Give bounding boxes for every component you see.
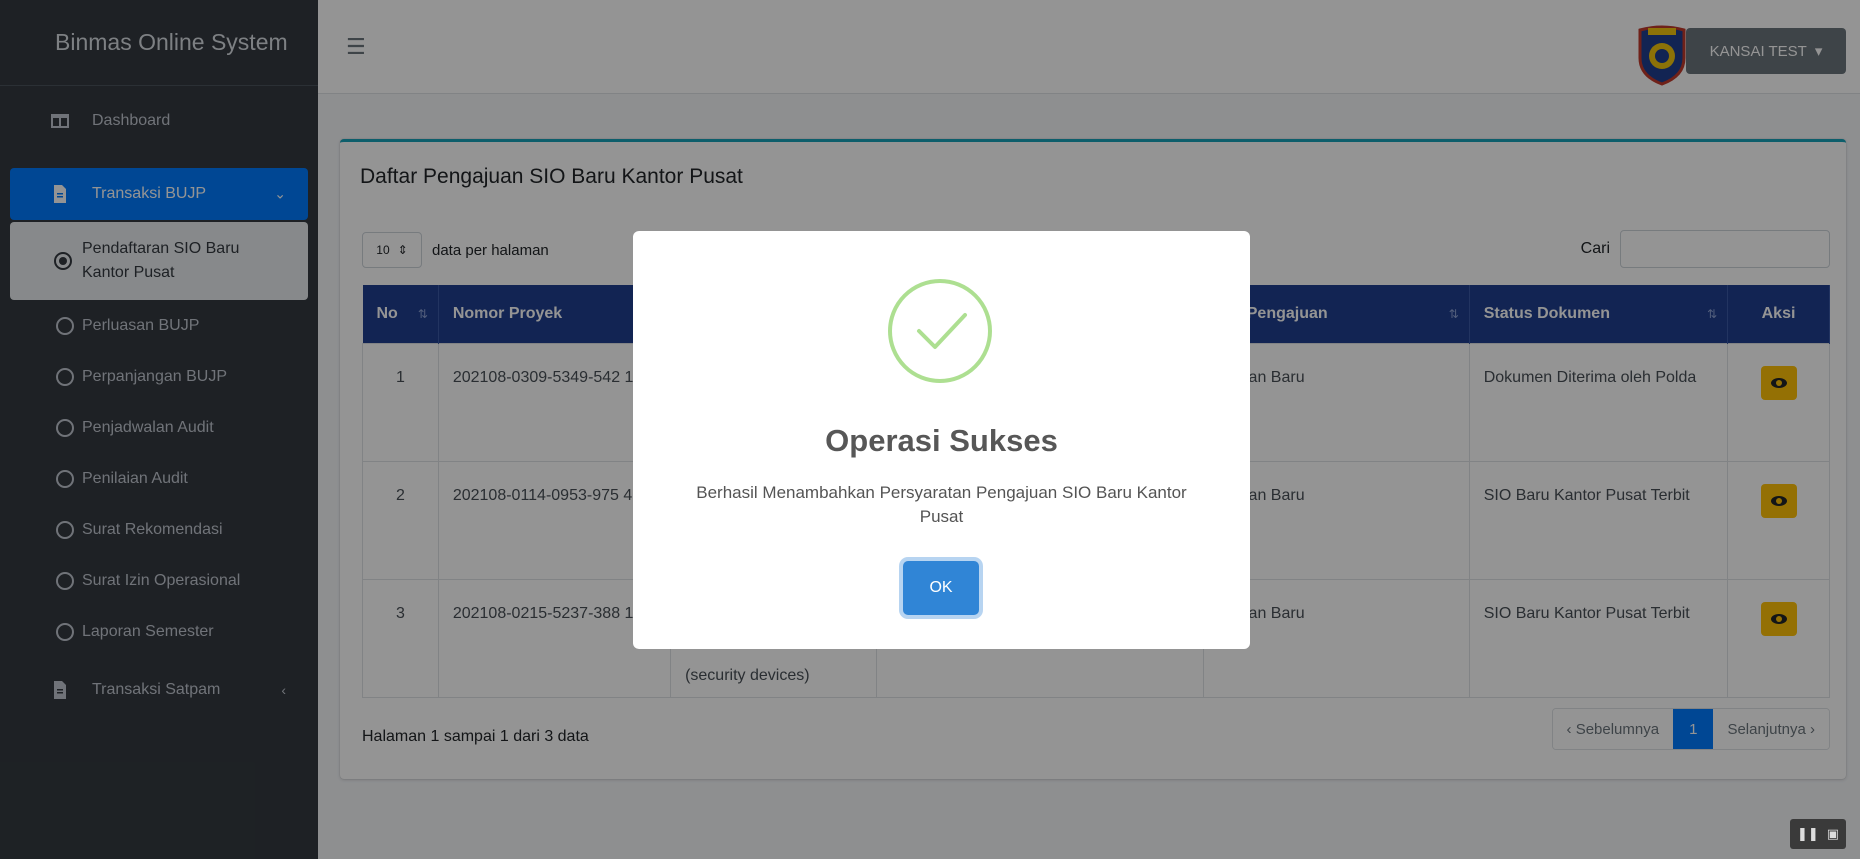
pause-glyph: ❚❚ [1796,826,1819,841]
pause-icon[interactable]: ❚❚ ▣ [1790,819,1846,849]
success-modal: Operasi Sukses Berhasil Menambahkan Pers… [633,231,1250,649]
success-check-icon [888,279,992,383]
modal-message: Berhasil Menambahkan Persyaratan Pengaju… [696,483,1187,526]
modal-title: Operasi Sukses [825,423,1058,458]
image-icon: ▣ [1826,826,1840,841]
ok-button[interactable]: OK [903,561,979,615]
